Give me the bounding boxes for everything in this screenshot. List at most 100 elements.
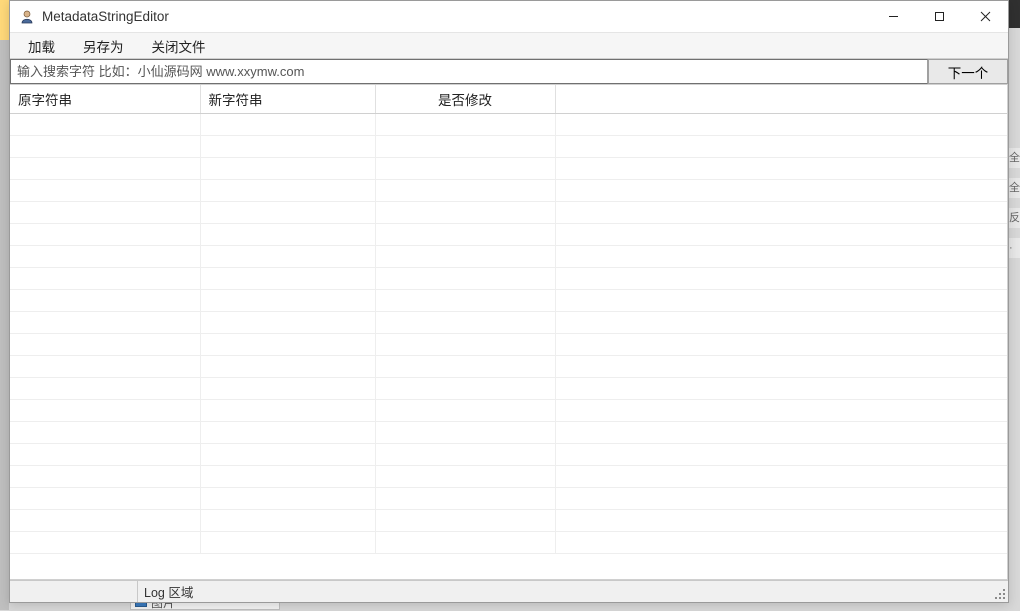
cell-modified[interactable] (375, 114, 555, 136)
table-row[interactable] (10, 400, 1007, 422)
cell-new[interactable] (200, 510, 375, 532)
menu-save-as[interactable]: 另存为 (69, 33, 138, 59)
cell-filler (555, 334, 1007, 356)
cell-original[interactable] (10, 136, 200, 158)
cell-original[interactable] (10, 444, 200, 466)
cell-filler (555, 224, 1007, 246)
cell-new[interactable] (200, 136, 375, 158)
cell-new[interactable] (200, 114, 375, 136)
cell-modified[interactable] (375, 202, 555, 224)
resize-grip-icon[interactable] (990, 581, 1008, 602)
cell-original[interactable] (10, 224, 200, 246)
next-button[interactable]: 下一个 (928, 59, 1008, 84)
cell-new[interactable] (200, 466, 375, 488)
table-row[interactable] (10, 202, 1007, 224)
cell-original[interactable] (10, 334, 200, 356)
cell-new[interactable] (200, 400, 375, 422)
cell-new[interactable] (200, 290, 375, 312)
cell-new[interactable] (200, 488, 375, 510)
table-row[interactable] (10, 180, 1007, 202)
cell-new[interactable] (200, 202, 375, 224)
cell-original[interactable] (10, 356, 200, 378)
cell-modified[interactable] (375, 334, 555, 356)
cell-modified[interactable] (375, 422, 555, 444)
cell-modified[interactable] (375, 444, 555, 466)
cell-original[interactable] (10, 378, 200, 400)
table-row[interactable] (10, 378, 1007, 400)
cell-original[interactable] (10, 268, 200, 290)
cell-new[interactable] (200, 180, 375, 202)
table-row[interactable] (10, 224, 1007, 246)
cell-original[interactable] (10, 158, 200, 180)
cell-modified[interactable] (375, 488, 555, 510)
cell-original[interactable] (10, 510, 200, 532)
cell-modified[interactable] (375, 224, 555, 246)
col-new[interactable]: 新字符串 (200, 85, 375, 114)
cell-original[interactable] (10, 114, 200, 136)
cell-original[interactable] (10, 202, 200, 224)
cell-modified[interactable] (375, 268, 555, 290)
table-row[interactable] (10, 488, 1007, 510)
cell-modified[interactable] (375, 378, 555, 400)
background-right-strip: 全 全 反 · (1009, 0, 1020, 610)
close-button[interactable] (962, 1, 1008, 32)
menu-load[interactable]: 加载 (14, 33, 69, 59)
cell-new[interactable] (200, 378, 375, 400)
cell-new[interactable] (200, 246, 375, 268)
cell-new[interactable] (200, 312, 375, 334)
cell-new[interactable] (200, 268, 375, 290)
status-log-label[interactable]: Log 区域 (138, 581, 213, 602)
table-row[interactable] (10, 356, 1007, 378)
cell-new[interactable] (200, 158, 375, 180)
cell-filler (555, 444, 1007, 466)
table-container[interactable]: 原字符串 新字符串 是否修改 (10, 85, 1008, 579)
cell-original[interactable] (10, 180, 200, 202)
cell-new[interactable] (200, 422, 375, 444)
cell-modified[interactable] (375, 466, 555, 488)
cell-original[interactable] (10, 532, 200, 554)
cell-modified[interactable] (375, 532, 555, 554)
table-row[interactable] (10, 158, 1007, 180)
table-row[interactable] (10, 466, 1007, 488)
search-input[interactable] (10, 59, 928, 84)
string-table[interactable]: 原字符串 新字符串 是否修改 (10, 85, 1007, 554)
table-row[interactable] (10, 290, 1007, 312)
title-bar[interactable]: MetadataStringEditor (10, 1, 1008, 33)
cell-modified[interactable] (375, 158, 555, 180)
table-row[interactable] (10, 246, 1007, 268)
table-row[interactable] (10, 422, 1007, 444)
cell-original[interactable] (10, 488, 200, 510)
table-row[interactable] (10, 334, 1007, 356)
col-modified[interactable]: 是否修改 (375, 85, 555, 114)
table-row[interactable] (10, 114, 1007, 136)
table-row[interactable] (10, 444, 1007, 466)
cell-modified[interactable] (375, 312, 555, 334)
cell-modified[interactable] (375, 290, 555, 312)
cell-new[interactable] (200, 224, 375, 246)
cell-new[interactable] (200, 334, 375, 356)
cell-modified[interactable] (375, 246, 555, 268)
table-row[interactable] (10, 136, 1007, 158)
cell-original[interactable] (10, 246, 200, 268)
cell-modified[interactable] (375, 400, 555, 422)
menu-close-file[interactable]: 关闭文件 (138, 33, 220, 59)
maximize-button[interactable] (916, 1, 962, 32)
cell-modified[interactable] (375, 180, 555, 202)
cell-new[interactable] (200, 532, 375, 554)
cell-modified[interactable] (375, 136, 555, 158)
cell-original[interactable] (10, 466, 200, 488)
cell-original[interactable] (10, 422, 200, 444)
cell-new[interactable] (200, 444, 375, 466)
col-original[interactable]: 原字符串 (10, 85, 200, 114)
table-row[interactable] (10, 510, 1007, 532)
cell-original[interactable] (10, 290, 200, 312)
table-row[interactable] (10, 312, 1007, 334)
cell-original[interactable] (10, 400, 200, 422)
table-row[interactable] (10, 268, 1007, 290)
cell-modified[interactable] (375, 510, 555, 532)
cell-original[interactable] (10, 312, 200, 334)
cell-modified[interactable] (375, 356, 555, 378)
minimize-button[interactable] (870, 1, 916, 32)
cell-new[interactable] (200, 356, 375, 378)
table-row[interactable] (10, 532, 1007, 554)
